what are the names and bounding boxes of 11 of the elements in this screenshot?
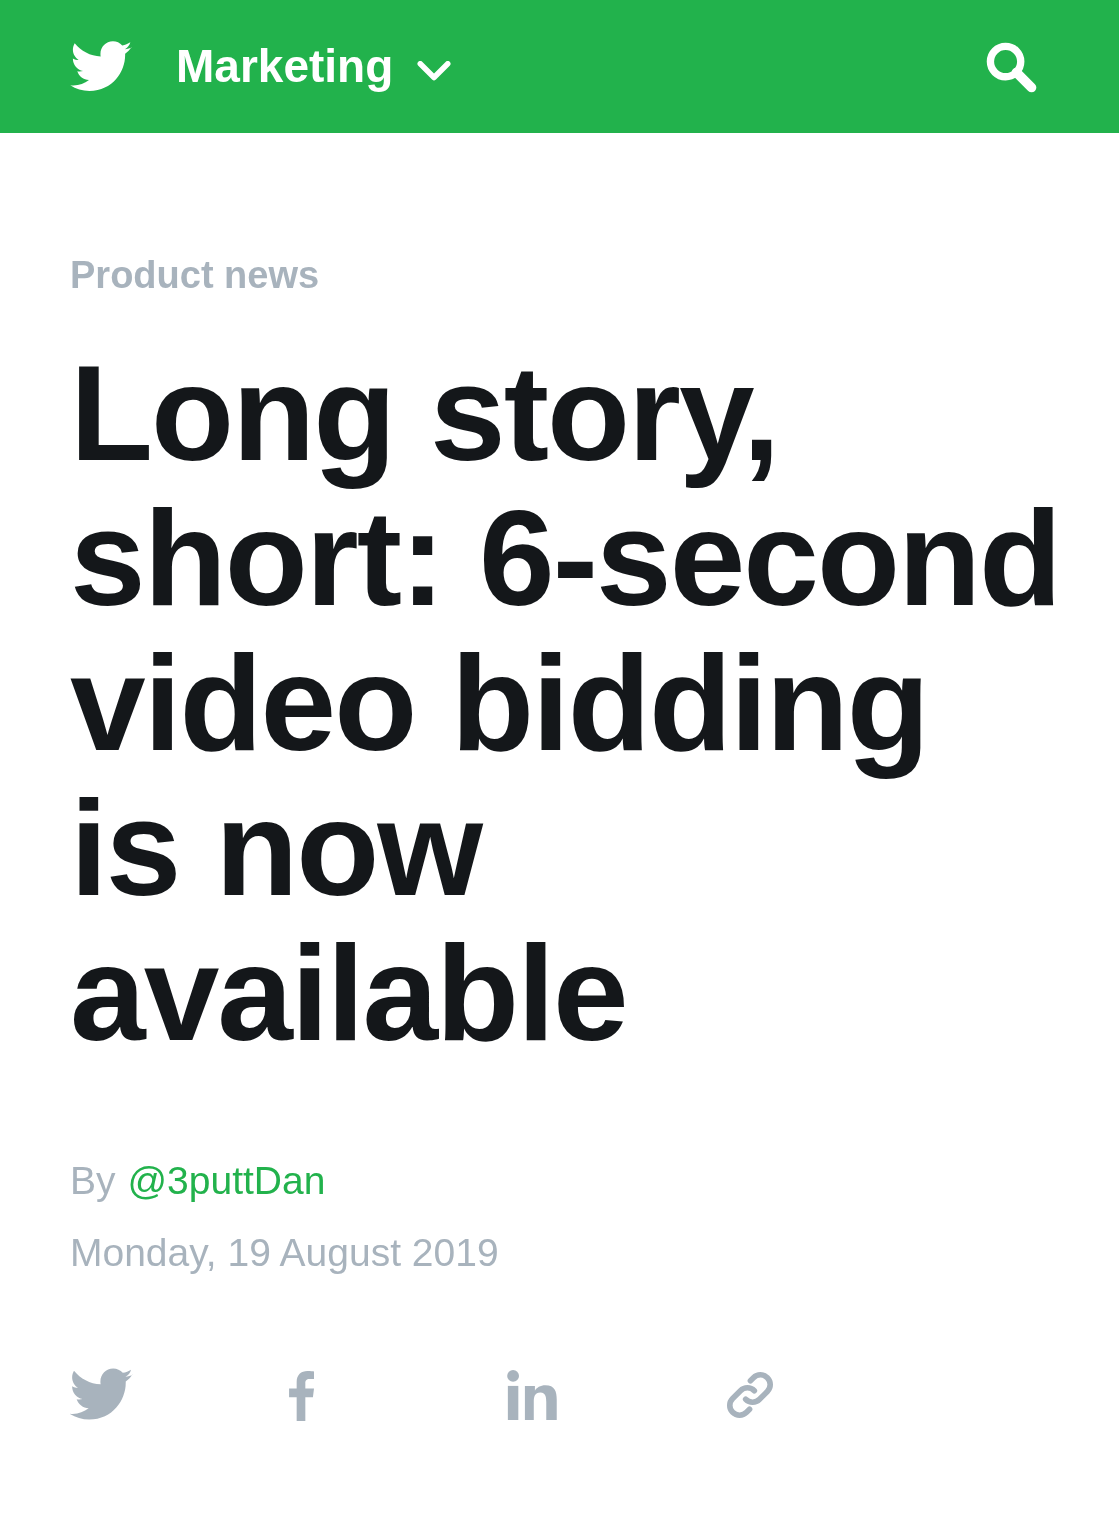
search-icon[interactable] (985, 40, 1037, 93)
section-menu[interactable]: Marketing (176, 32, 452, 101)
publish-date: Monday, 19 August 2019 (70, 1230, 500, 1276)
link-icon[interactable] (724, 1369, 776, 1421)
byline-prefix: By (70, 1158, 116, 1204)
category-label[interactable]: Product news (70, 251, 1099, 299)
article-title: Long story, short: 6-second video bidding is now available (70, 341, 1062, 1066)
facebook-icon[interactable] (288, 1369, 314, 1421)
author-link[interactable]: @3puttDan (127, 1156, 326, 1206)
chevron-down-icon (417, 60, 452, 83)
bird-icon[interactable] (70, 1368, 134, 1422)
